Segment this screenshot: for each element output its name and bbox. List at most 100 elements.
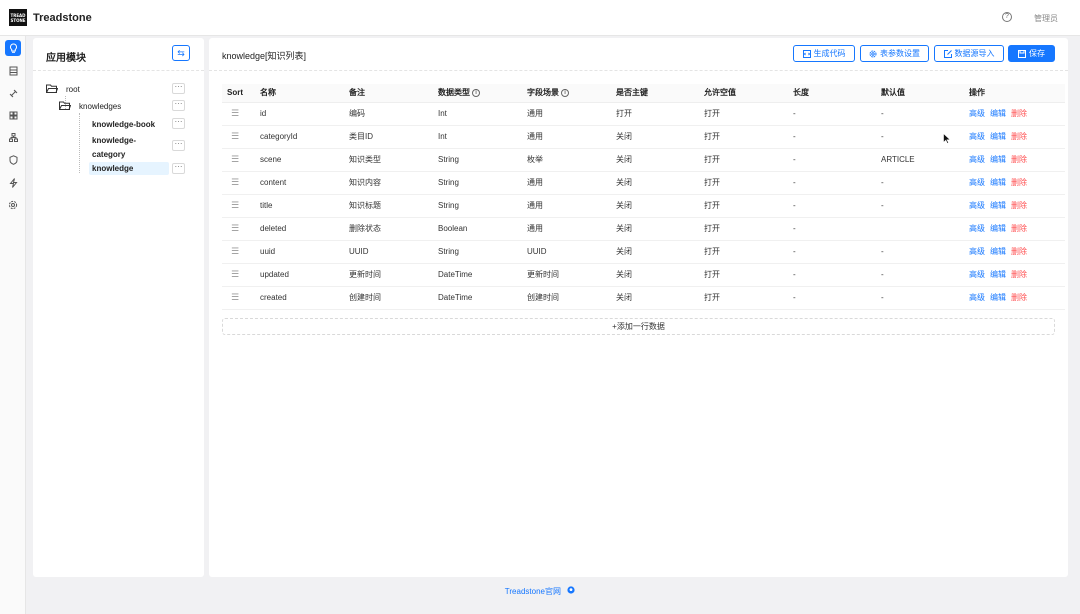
cell-remark[interactable]: 删除状态 [344, 217, 433, 241]
cell-scene[interactable]: 通用 [522, 102, 611, 126]
advanced-link[interactable]: 高级 [969, 224, 985, 233]
drag-handle-icon[interactable]: ☰ [227, 108, 239, 118]
cell-name[interactable]: content [255, 171, 344, 195]
tree-node-knowledges[interactable]: knowledges [58, 100, 121, 113]
cell-name[interactable]: deleted [255, 217, 344, 241]
delete-link[interactable]: 删除 [1011, 224, 1027, 233]
delete-link[interactable]: 删除 [1011, 178, 1027, 187]
user-name[interactable]: 管理员 [1034, 13, 1058, 24]
advanced-link[interactable]: 高级 [969, 132, 985, 141]
drag-handle-icon[interactable]: ☰ [227, 223, 239, 233]
cell-name[interactable]: categoryId [255, 125, 344, 149]
table-row[interactable]: ☰ deleted 删除状态 Boolean 通用 关闭 打开 - 高级 编辑 删除 [222, 217, 1065, 241]
table-row[interactable]: ☰ created 创建时间 DateTime 创建时间 关闭 打开 - - 高级 编辑 删除 [222, 286, 1065, 310]
cell-pk[interactable]: 关闭 [611, 240, 699, 264]
advanced-link[interactable]: 高级 [969, 178, 985, 187]
delete-link[interactable]: 删除 [1011, 201, 1027, 210]
advanced-link[interactable]: 高级 [969, 270, 985, 279]
cell-name[interactable]: scene [255, 148, 344, 172]
cell-scene[interactable]: 枚举 [522, 148, 611, 172]
delete-link[interactable]: 删除 [1011, 293, 1027, 302]
advanced-link[interactable]: 高级 [969, 293, 985, 302]
cell-scene[interactable]: 通用 [522, 217, 611, 241]
tree-node-knowledge[interactable]: knowledge [92, 162, 133, 175]
table-row[interactable]: ☰ id 编码 Int 通用 打开 打开 - - 高级 编辑 删除 [222, 102, 1065, 126]
delete-link[interactable]: 删除 [1011, 247, 1027, 256]
cell-nullable[interactable]: 打开 [699, 125, 788, 149]
tree-node-more-button[interactable]: ··· [172, 100, 185, 111]
datasource-import-button[interactable]: 数据源导入 [934, 45, 1004, 62]
cell-remark[interactable]: UUID [344, 240, 433, 264]
cell-remark[interactable]: 知识内容 [344, 171, 433, 195]
cell-type[interactable]: DateTime [433, 286, 522, 310]
module-icon[interactable] [5, 107, 21, 123]
cell-nullable[interactable]: 打开 [699, 217, 788, 241]
cell-type[interactable]: String [433, 171, 522, 195]
cell-length[interactable]: - [788, 102, 876, 126]
help-icon[interactable]: ? [1002, 12, 1012, 22]
gear-icon[interactable] [5, 197, 21, 213]
cell-type[interactable]: Int [433, 125, 522, 149]
edit-link[interactable]: 编辑 [990, 247, 1006, 256]
database-icon[interactable] [5, 63, 21, 79]
cell-name[interactable]: title [255, 194, 344, 218]
cell-default[interactable] [876, 217, 964, 241]
github-icon[interactable] [567, 586, 575, 596]
delete-link[interactable]: 删除 [1011, 270, 1027, 279]
tree-node-knowledge-category[interactable]: knowledge- category [92, 134, 136, 160]
cell-scene[interactable]: 通用 [522, 171, 611, 195]
advanced-link[interactable]: 高级 [969, 155, 985, 164]
drag-handle-icon[interactable]: ☰ [227, 131, 239, 141]
drag-handle-icon[interactable]: ☰ [227, 177, 239, 187]
tree-node-more-button[interactable]: ··· [172, 163, 185, 174]
cell-name[interactable]: updated [255, 263, 344, 287]
edit-link[interactable]: 编辑 [990, 178, 1006, 187]
cell-nullable[interactable]: 打开 [699, 171, 788, 195]
cell-pk[interactable]: 关闭 [611, 263, 699, 287]
cell-default[interactable]: - [876, 286, 964, 310]
cell-type[interactable]: String [433, 240, 522, 264]
cell-remark[interactable]: 编码 [344, 102, 433, 126]
table-row[interactable]: ☰ categoryId 类目ID Int 通用 关闭 打开 - - 高级 编辑 删除 [222, 125, 1065, 149]
tree-node-more-button[interactable]: ··· [172, 83, 185, 94]
cell-type[interactable]: String [433, 194, 522, 218]
cell-default[interactable]: - [876, 194, 964, 218]
delete-link[interactable]: 删除 [1011, 109, 1027, 118]
delete-link[interactable]: 删除 [1011, 155, 1027, 164]
cell-nullable[interactable]: 打开 [699, 148, 788, 172]
cell-remark[interactable]: 更新时间 [344, 263, 433, 287]
drag-handle-icon[interactable]: ☰ [227, 269, 239, 279]
delete-link[interactable]: 删除 [1011, 132, 1027, 141]
official-site-link[interactable]: Treadstone官网 [505, 587, 561, 596]
tree-node-more-button[interactable]: ··· [172, 140, 185, 151]
add-row-button[interactable]: +添加一行数据 [222, 318, 1055, 335]
cell-nullable[interactable]: 打开 [699, 102, 788, 126]
edit-link[interactable]: 编辑 [990, 293, 1006, 302]
table-row[interactable]: ☰ updated 更新时间 DateTime 更新时间 关闭 打开 - - 高级 编辑 删除 [222, 263, 1065, 287]
edit-link[interactable]: 编辑 [990, 201, 1006, 210]
app-logo[interactable]: TREAD STONE [9, 9, 27, 26]
edit-link[interactable]: 编辑 [990, 270, 1006, 279]
cell-length[interactable]: - [788, 286, 876, 310]
cell-length[interactable]: - [788, 263, 876, 287]
cell-scene[interactable]: 更新时间 [522, 263, 611, 287]
cell-length[interactable]: - [788, 240, 876, 264]
cell-scene[interactable]: 通用 [522, 125, 611, 149]
cell-nullable[interactable]: 打开 [699, 263, 788, 287]
cell-nullable[interactable]: 打开 [699, 240, 788, 264]
cell-remark[interactable]: 创建时间 [344, 286, 433, 310]
tree-node-more-button[interactable]: ··· [172, 118, 185, 129]
cell-scene[interactable]: UUID [522, 240, 611, 264]
cell-length[interactable]: - [788, 217, 876, 241]
hierarchy-icon[interactable] [5, 129, 21, 145]
cell-name[interactable]: created [255, 286, 344, 310]
swap-icon[interactable]: ⇆ [172, 45, 190, 61]
cell-scene[interactable]: 通用 [522, 194, 611, 218]
table-row[interactable]: ☰ content 知识内容 String 通用 关闭 打开 - - 高级 编辑 删除 [222, 171, 1065, 195]
cell-scene[interactable]: 创建时间 [522, 286, 611, 310]
table-row[interactable]: ☰ uuid UUID String UUID 关闭 打开 - - 高级 编辑 删除 [222, 240, 1065, 264]
cell-remark[interactable]: 知识标题 [344, 194, 433, 218]
cell-nullable[interactable]: 打开 [699, 194, 788, 218]
cell-name[interactable]: uuid [255, 240, 344, 264]
info-icon[interactable]: i [472, 89, 480, 98]
